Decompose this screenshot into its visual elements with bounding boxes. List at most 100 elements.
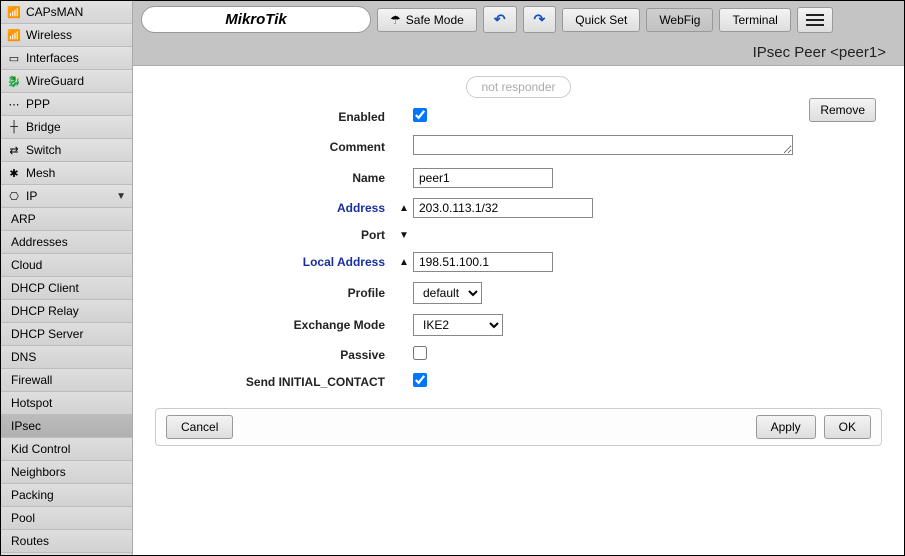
wireless-icon: 📶 (7, 28, 21, 42)
sidebar-item-label: IP (26, 189, 37, 203)
send-initial-contact-label: Send INITIAL_CONTACT (155, 375, 395, 389)
sidebar-item-label: Cloud (11, 258, 42, 272)
sidebar-item-label: Addresses (11, 235, 68, 249)
sidebar-item-ipsec[interactable]: IPsec (1, 415, 132, 438)
collapse-icon[interactable]: ▲ (395, 257, 413, 268)
comment-field[interactable] (413, 135, 793, 155)
sidebar-item-mesh[interactable]: ✱Mesh (1, 162, 132, 185)
apply-button[interactable]: Apply (756, 415, 816, 439)
sidebar-item-label: Wireless (26, 28, 72, 42)
sidebar-item-packing[interactable]: Packing (1, 484, 132, 507)
sidebar-item-dhcp-relay[interactable]: DHCP Relay (1, 300, 132, 323)
sidebar-item-label: Packing (11, 488, 54, 502)
safe-mode-label: Safe Mode (406, 13, 464, 27)
local-address-label[interactable]: Local Address (155, 255, 395, 269)
sidebar-item-dhcp-server[interactable]: DHCP Server (1, 323, 132, 346)
sidebar-item-firewall[interactable]: Firewall (1, 369, 132, 392)
name-label: Name (155, 171, 395, 185)
address-field[interactable] (413, 198, 593, 218)
sidebar-item-label: PPP (26, 97, 50, 111)
sidebar-item-smb[interactable]: SMB (1, 553, 132, 555)
local-address-field[interactable] (413, 252, 553, 272)
sidebar-item-bridge[interactable]: ┼ Bridge (1, 116, 132, 139)
bridge-icon: ┼ (7, 120, 21, 134)
wireguard-icon: 🐉 (7, 74, 21, 88)
sidebar-item-switch[interactable]: ⇄ Switch (1, 139, 132, 162)
sidebar-item-ip[interactable]: ⎔ IP ▼ (1, 185, 132, 208)
ppp-icon: ⋯ (7, 97, 21, 111)
sidebar-item-label: Kid Control (11, 442, 70, 456)
sidebar-item-neighbors[interactable]: Neighbors (1, 461, 132, 484)
sidebar-item-dns[interactable]: DNS (1, 346, 132, 369)
switch-icon: ⇄ (7, 143, 21, 157)
content: not responder Remove Enabled Comment Nam… (133, 66, 904, 555)
enabled-label: Enabled (155, 110, 395, 124)
profile-label: Profile (155, 286, 395, 300)
safe-mode-button[interactable]: ☂ Safe Mode (377, 8, 477, 32)
sidebar-item-arp[interactable]: ARP (1, 208, 132, 231)
page-title: IPsec Peer <peer1> (133, 38, 904, 66)
sidebar-item-label: Interfaces (26, 51, 79, 65)
sidebar-item-addresses[interactable]: Addresses (1, 231, 132, 254)
sidebar-item-label: Routes (11, 534, 49, 548)
responder-badge: not responder (466, 76, 570, 98)
terminal-tab[interactable]: Terminal (719, 8, 790, 32)
quick-set-button[interactable]: Quick Set (562, 8, 640, 32)
sidebar-item-hotspot[interactable]: Hotspot (1, 392, 132, 415)
sidebar-item-wireguard[interactable]: 🐉 WireGuard (1, 70, 132, 93)
redo-button[interactable]: ↷ (523, 6, 557, 33)
sidebar-item-capsman[interactable]: 📶 CAPsMAN (1, 1, 132, 24)
sidebar-item-label: DNS (11, 350, 36, 364)
sidebar-item-label: Pool (11, 511, 35, 525)
webfig-tab[interactable]: WebFig (646, 8, 713, 32)
expand-icon[interactable]: ▼ (395, 230, 413, 241)
exchange-mode-select[interactable]: IKE2mainaggressivebase (413, 314, 503, 336)
sidebar-item-kid-control[interactable]: Kid Control (1, 438, 132, 461)
ip-icon: ⎔ (7, 189, 21, 203)
profile-select[interactable]: default (413, 282, 482, 304)
sidebar-item-label: Switch (26, 143, 61, 157)
topbar: MikroTik ☂ Safe Mode ↶ ↷ Quick Set WebFi… (133, 1, 904, 38)
undo-button[interactable]: ↶ (483, 6, 517, 33)
enabled-checkbox[interactable] (413, 108, 427, 122)
hamburger-icon (806, 11, 824, 29)
sidebar-item-label: CAPsMAN (26, 5, 83, 19)
address-label[interactable]: Address (155, 201, 395, 215)
chevron-down-icon: ▼ (116, 191, 126, 202)
sidebar-item-routes[interactable]: Routes (1, 530, 132, 553)
sidebar-item-wireless[interactable]: 📶 Wireless (1, 24, 132, 47)
footer-bar: Cancel Apply OK (155, 408, 882, 446)
interfaces-icon: ▭ (7, 51, 21, 65)
sidebar-item-label: IPsec (11, 419, 41, 433)
send-initial-contact-checkbox[interactable] (413, 373, 427, 387)
menu-button[interactable] (797, 7, 833, 33)
ok-button[interactable]: OK (824, 415, 871, 439)
sidebar-item-dhcp-client[interactable]: DHCP Client (1, 277, 132, 300)
sidebar-item-label: WireGuard (26, 74, 84, 88)
umbrella-icon: ☂ (390, 13, 401, 27)
port-label: Port (155, 228, 395, 242)
sidebar-item-label: ARP (11, 212, 36, 226)
passive-checkbox[interactable] (413, 346, 427, 360)
sidebar-item-label: DHCP Relay (11, 304, 79, 318)
sidebar-item-pool[interactable]: Pool (1, 507, 132, 530)
exchange-mode-label: Exchange Mode (155, 318, 395, 332)
sidebar-item-label: DHCP Client (11, 281, 79, 295)
brand-pill: MikroTik (141, 6, 371, 33)
sidebar-item-ppp[interactable]: ⋯ PPP (1, 93, 132, 116)
form: Enabled Comment Name Address ▲ (155, 108, 882, 446)
sidebar-item-interfaces[interactable]: ▭ Interfaces (1, 47, 132, 70)
collapse-icon[interactable]: ▲ (395, 203, 413, 214)
remove-button[interactable]: Remove (809, 98, 876, 122)
comment-label: Comment (155, 140, 395, 154)
capsman-icon: 📶 (7, 5, 21, 19)
sidebar-item-label: Hotspot (11, 396, 52, 410)
sidebar-item-label: Mesh (26, 166, 55, 180)
sidebar-item-label: Bridge (26, 120, 61, 134)
cancel-button[interactable]: Cancel (166, 415, 233, 439)
sidebar-item-label: DHCP Server (11, 327, 83, 341)
sidebar-item-cloud[interactable]: Cloud (1, 254, 132, 277)
sidebar: 📶 CAPsMAN 📶 Wireless ▭ Interfaces 🐉 WireGuard ⋯ P… (1, 1, 133, 555)
passive-label: Passive (155, 348, 395, 362)
name-field[interactable] (413, 168, 553, 188)
